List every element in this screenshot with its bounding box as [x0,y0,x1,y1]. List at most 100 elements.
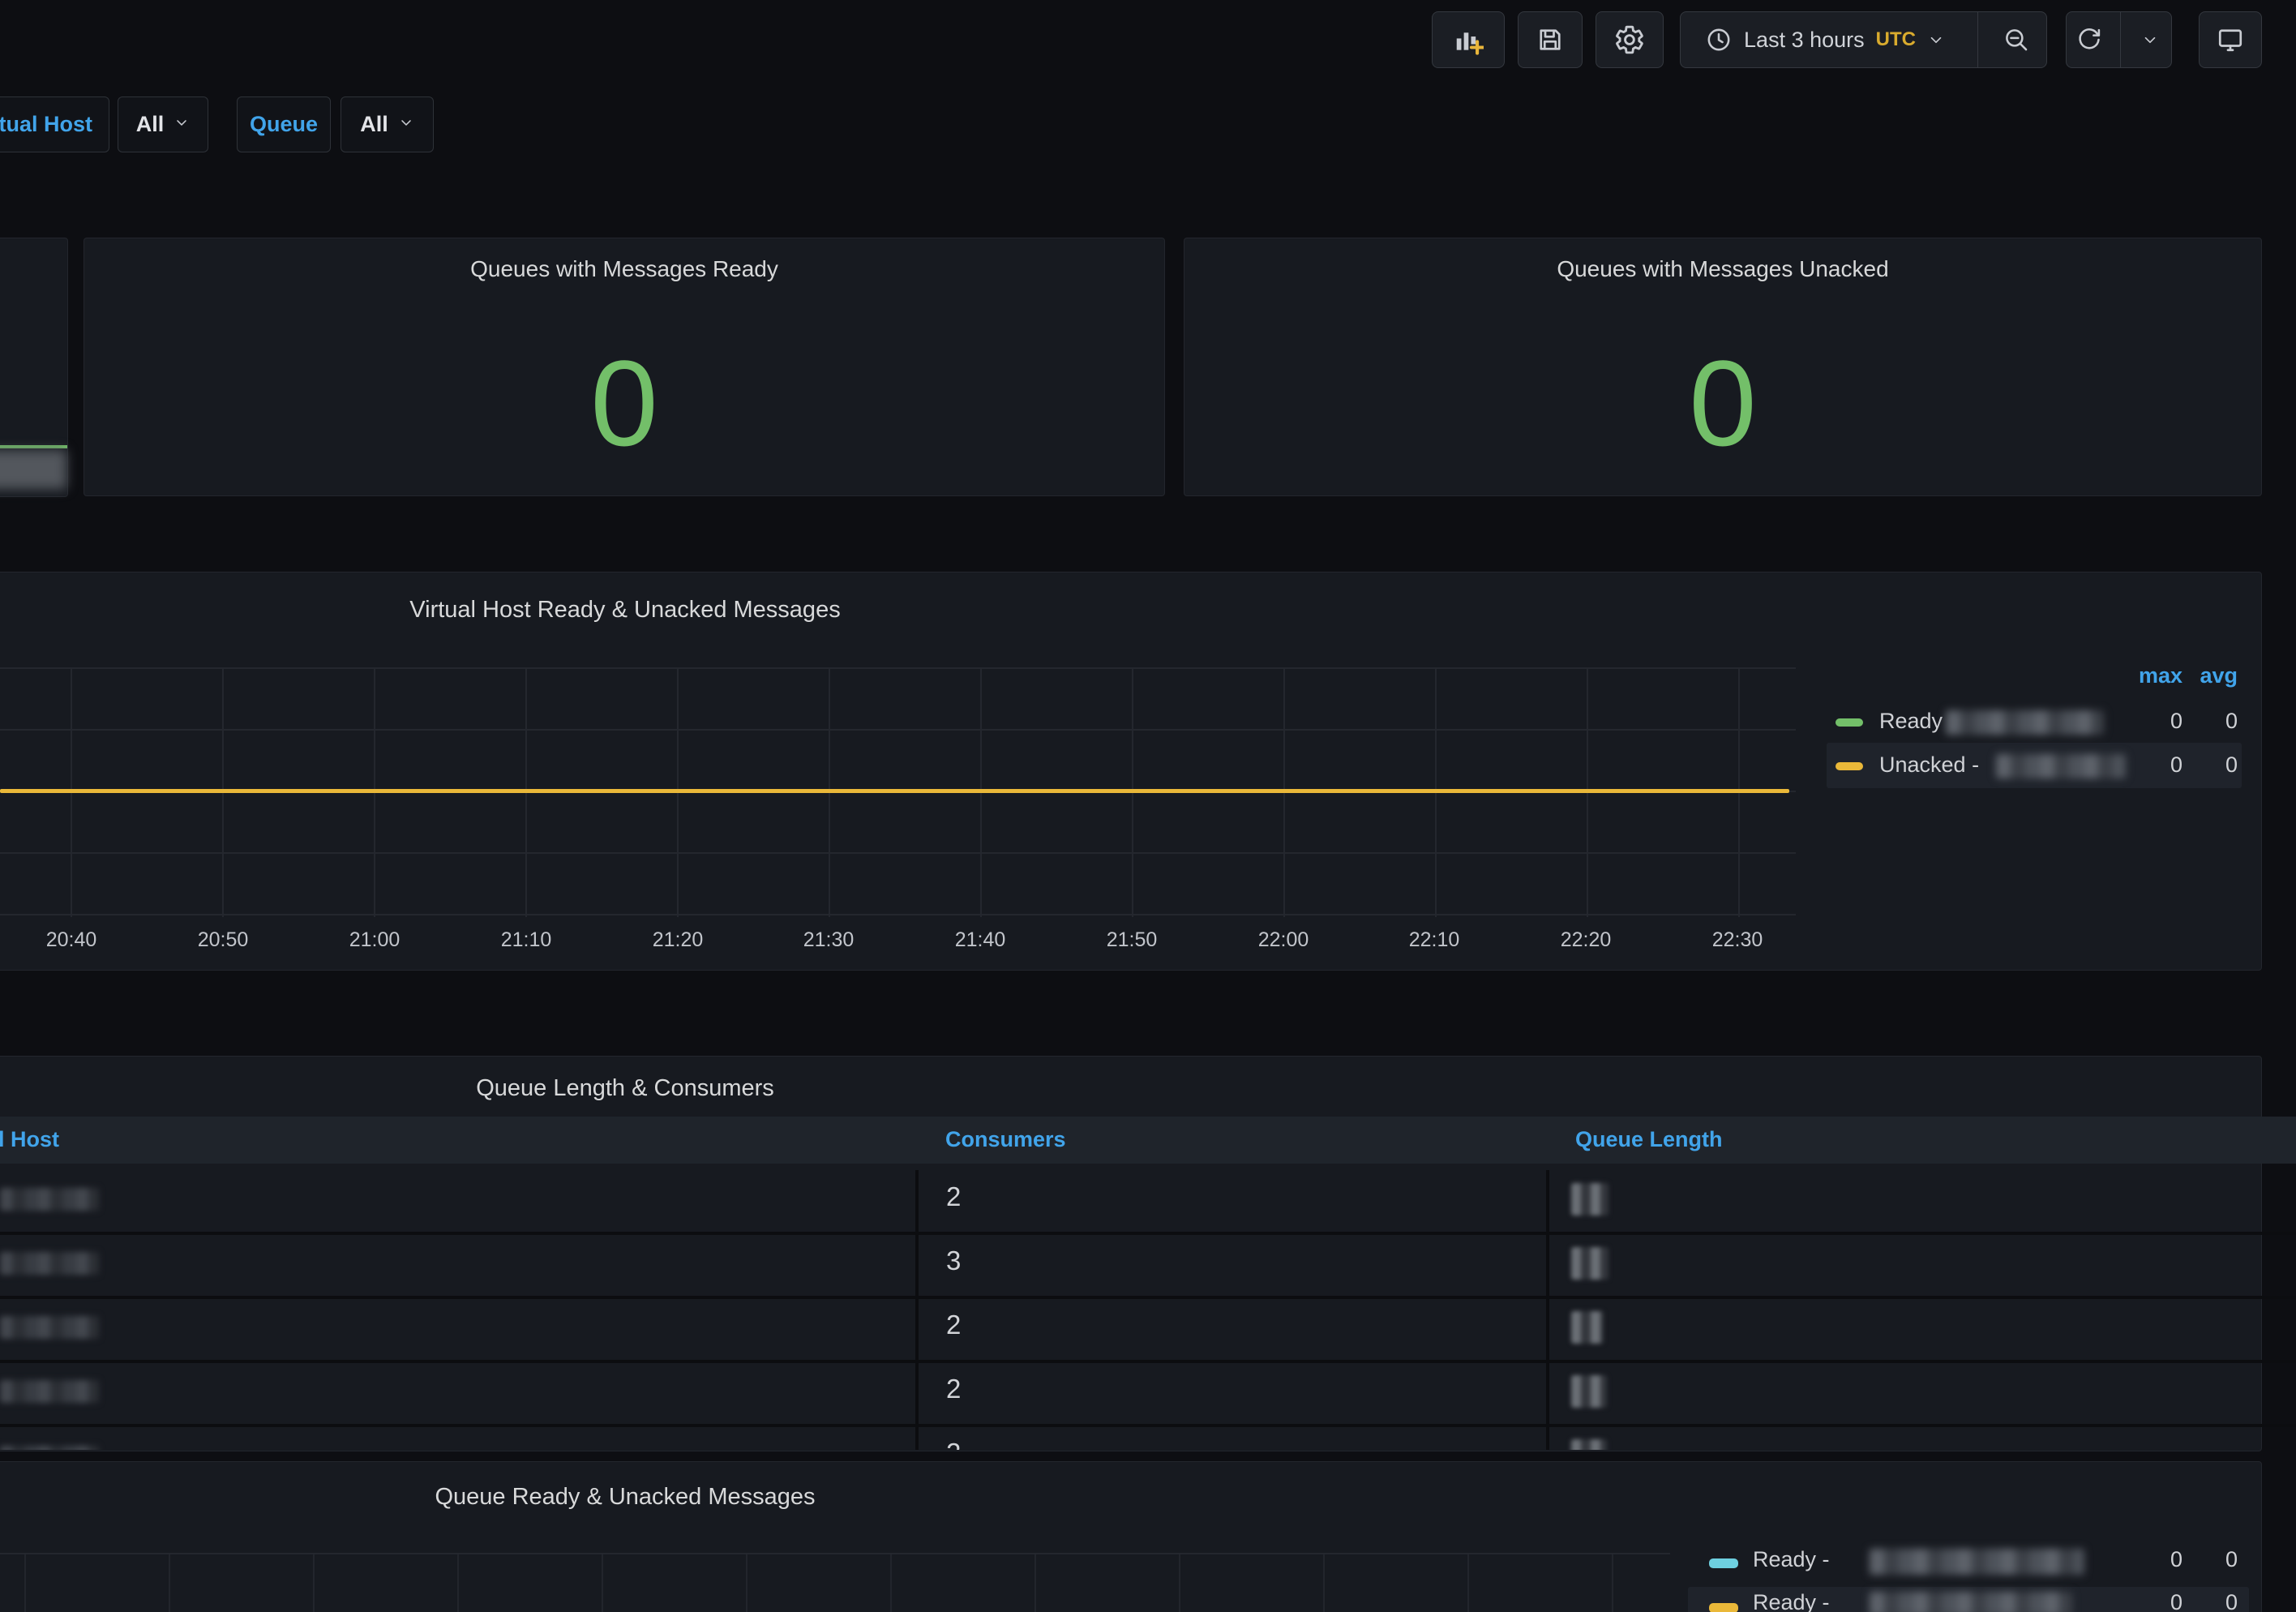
chevron-down-icon [173,114,190,135]
variable-label-text: Virtual Host [0,112,92,137]
refresh-interval-dropdown[interactable] [2129,12,2171,67]
series-color-dash [1836,762,1863,770]
stat-panel-ready: Queues with Messages Ready 0 [84,238,1165,496]
time-range-label: Last 3 hours [1744,28,1865,53]
monitor-icon [2216,25,2245,54]
stat-value: 0 [84,342,1164,464]
consumers-cell: 2 [946,1310,961,1340]
legend-label: Ready - [1753,1547,1830,1572]
redacted-virtual-host [0,1316,99,1339]
x-tick: 21:30 [803,928,855,952]
variable-value-virtual-host[interactable]: All [118,96,208,152]
unacked-series-line [0,789,1789,793]
panel-title: Queues with Messages Unacked [1184,256,2261,282]
legend-max-value: 0 [2170,752,2182,778]
consumers-cell: 2 [946,1438,961,1450]
vhost-chart-plot[interactable] [0,667,1796,917]
consumers-cell: 2 [946,1374,961,1404]
row-separator [0,1360,2296,1363]
chevron-down-icon [1927,31,1945,49]
row-separator [0,1296,2296,1299]
sparkline-line [0,445,67,448]
add-panel-button[interactable] [1432,11,1505,68]
save-icon [1536,25,1565,54]
table-body: 2 3 2 2 2 [0,1170,2296,1450]
redacted-queue-length [1571,1375,1607,1408]
refresh-button[interactable] [2067,12,2112,67]
legend-avg-value: 0 [2225,752,2238,778]
refresh-group [2066,11,2172,68]
x-tick: 20:50 [198,928,249,952]
dashboard-settings-button[interactable] [1596,11,1664,68]
panel-title: Queues with Messages Ready [84,256,1164,282]
panel-title[interactable]: Queue Length & Consumers [476,1075,774,1102]
stat-value: 0 [1184,342,2261,464]
gear-icon [1614,24,1645,55]
redacted-series-name [1996,754,2126,778]
variable-value-text: All [136,112,165,137]
cut-off-stat-panel [0,238,68,497]
save-dashboard-button[interactable] [1518,11,1583,68]
zoom-out-time-button[interactable] [1986,12,2046,67]
legend-label: Unacked - [1879,752,1979,778]
redacted-series-name [1946,710,2104,735]
cycle-view-button[interactable] [2199,11,2262,68]
variable-value-queue[interactable]: All [341,96,434,152]
column-header-consumers[interactable]: Consumers [945,1127,1066,1152]
queue-chart-plot[interactable] [0,1553,1670,1612]
legend-label: Ready [1879,709,1943,734]
grafana-dashboard: Last 3 hours UTC [0,0,2296,1612]
redacted-virtual-host [0,1252,99,1275]
row-separator [0,1232,2296,1235]
table-header-row: Virtual Host Consumers Queue Length [0,1117,2296,1164]
chevron-down-icon [2141,31,2159,49]
time-range-picker[interactable]: Last 3 hours UTC [1681,12,1969,67]
legend-max-value: 0 [2170,709,2182,734]
legend-header-avg[interactable]: avg [2200,663,2238,688]
consumers-cell: 2 [946,1181,961,1212]
panel-title[interactable]: Queue Ready & Unacked Messages [435,1484,815,1511]
x-tick: 22:10 [1409,928,1460,952]
series-color-dash [1709,1558,1738,1568]
divider [2120,12,2121,67]
time-range-group: Last 3 hours UTC [1680,11,2047,68]
x-tick: 21:40 [955,928,1006,952]
divider [1977,12,1978,67]
legend-header-max[interactable]: max [2139,663,2182,688]
consumers-cell: 3 [946,1245,961,1276]
legend-avg-value: 0 [2225,709,2238,734]
column-separator [1546,1170,1549,1450]
redacted-queue-length [1571,1183,1608,1215]
series-color-dash [1709,1603,1738,1612]
legend-label: Ready - [1753,1590,1830,1612]
x-tick: 21:10 [501,928,552,952]
x-tick: 22:20 [1561,928,1612,952]
x-tick: 21:00 [349,928,401,952]
zoom-out-icon [2003,26,2030,54]
column-header-virtual-host[interactable]: Virtual Host [0,1127,59,1152]
column-separator [915,1170,919,1450]
variable-label-text: Queue [250,112,318,137]
redacted-series-name [1870,1592,2072,1612]
legend-max-value: 0 [2170,1547,2182,1572]
panel-title[interactable]: Virtual Host Ready & Unacked Messages [409,597,840,624]
redacted-queue-length [1571,1247,1608,1280]
x-tick: 22:30 [1712,928,1763,952]
legend-avg-value: 0 [2225,1590,2238,1612]
timezone-label: UTC [1876,28,1916,51]
x-tick: 21:20 [653,928,704,952]
redacted-queue-length [1571,1439,1607,1450]
variable-label-queue: Queue [237,96,331,152]
redacted-virtual-host [0,1188,99,1211]
legend-avg-value: 0 [2225,1547,2238,1572]
column-header-queue-length[interactable]: Queue Length [1575,1127,1723,1152]
chevron-down-icon [398,114,414,135]
x-tick: 22:00 [1258,928,1309,952]
redacted-series-name [1870,1549,2084,1575]
redacted-virtual-host [0,1446,99,1450]
refresh-icon [2075,26,2103,54]
legend-max-value: 0 [2170,1590,2182,1612]
series-color-dash [1836,718,1863,727]
redacted-queue-length [1571,1311,1604,1344]
variable-value-text: All [360,112,388,137]
